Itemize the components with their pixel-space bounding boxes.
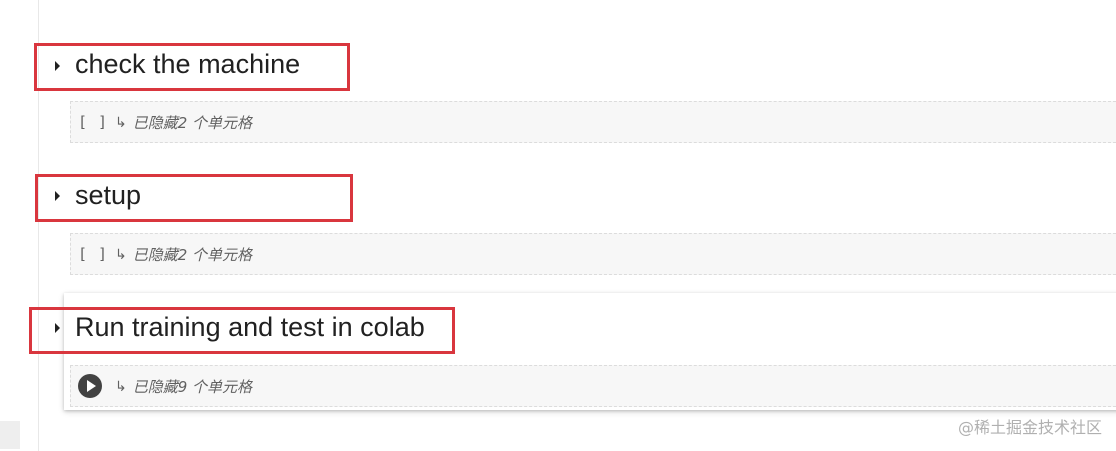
section-toggle-setup[interactable] [50,189,64,203]
section-toggle-check-the-machine[interactable] [50,59,64,73]
hidden-cells-bar-run-training[interactable]: ↳ 已隐藏9 个单元格 [70,365,1116,407]
triangle-right-icon [54,323,60,333]
hidden-cells-bar-setup[interactable]: [ ] ↳ 已隐藏2 个单元格 [70,233,1116,275]
section-heading-setup[interactable]: setup [75,180,141,211]
hidden-cells-info[interactable]: ↳ 已隐藏2 个单元格 [115,112,252,133]
triangle-right-icon [54,61,60,71]
watermark-text: @稀土掘金技术社区 [957,418,1102,437]
return-arrow-icon: ↳ [115,378,127,395]
section-heading-check-the-machine[interactable]: check the machine [75,49,300,80]
notebook-canvas: check the machine [ ] ↳ 已隐藏2 个单元格 setup … [0,0,1116,451]
hidden-cells-count-text: 已隐藏2 个单元格 [132,246,253,264]
sidebar-corner-tab[interactable] [0,421,20,449]
cell-run-brackets[interactable]: [ ] [78,245,108,263]
return-arrow-icon: ↳ [115,246,127,263]
hidden-cells-count-text: 已隐藏9 个单元格 [132,378,253,396]
hidden-cells-info[interactable]: ↳ 已隐藏2 个单元格 [115,244,252,265]
hidden-cells-bar-check-the-machine[interactable]: [ ] ↳ 已隐藏2 个单元格 [70,101,1116,143]
play-icon [87,380,96,392]
cell-run-brackets[interactable]: [ ] [78,113,108,131]
section-toggle-run-training[interactable] [50,321,64,335]
section-heading-run-training[interactable]: Run training and test in colab [75,312,425,343]
hidden-cells-count-text: 已隐藏2 个单元格 [132,114,253,132]
triangle-right-icon [54,191,60,201]
run-section-button[interactable] [78,374,102,398]
hidden-cells-info[interactable]: ↳ 已隐藏9 个单元格 [115,376,252,397]
return-arrow-icon: ↳ [115,114,127,131]
left-gutter-divider [38,0,39,451]
